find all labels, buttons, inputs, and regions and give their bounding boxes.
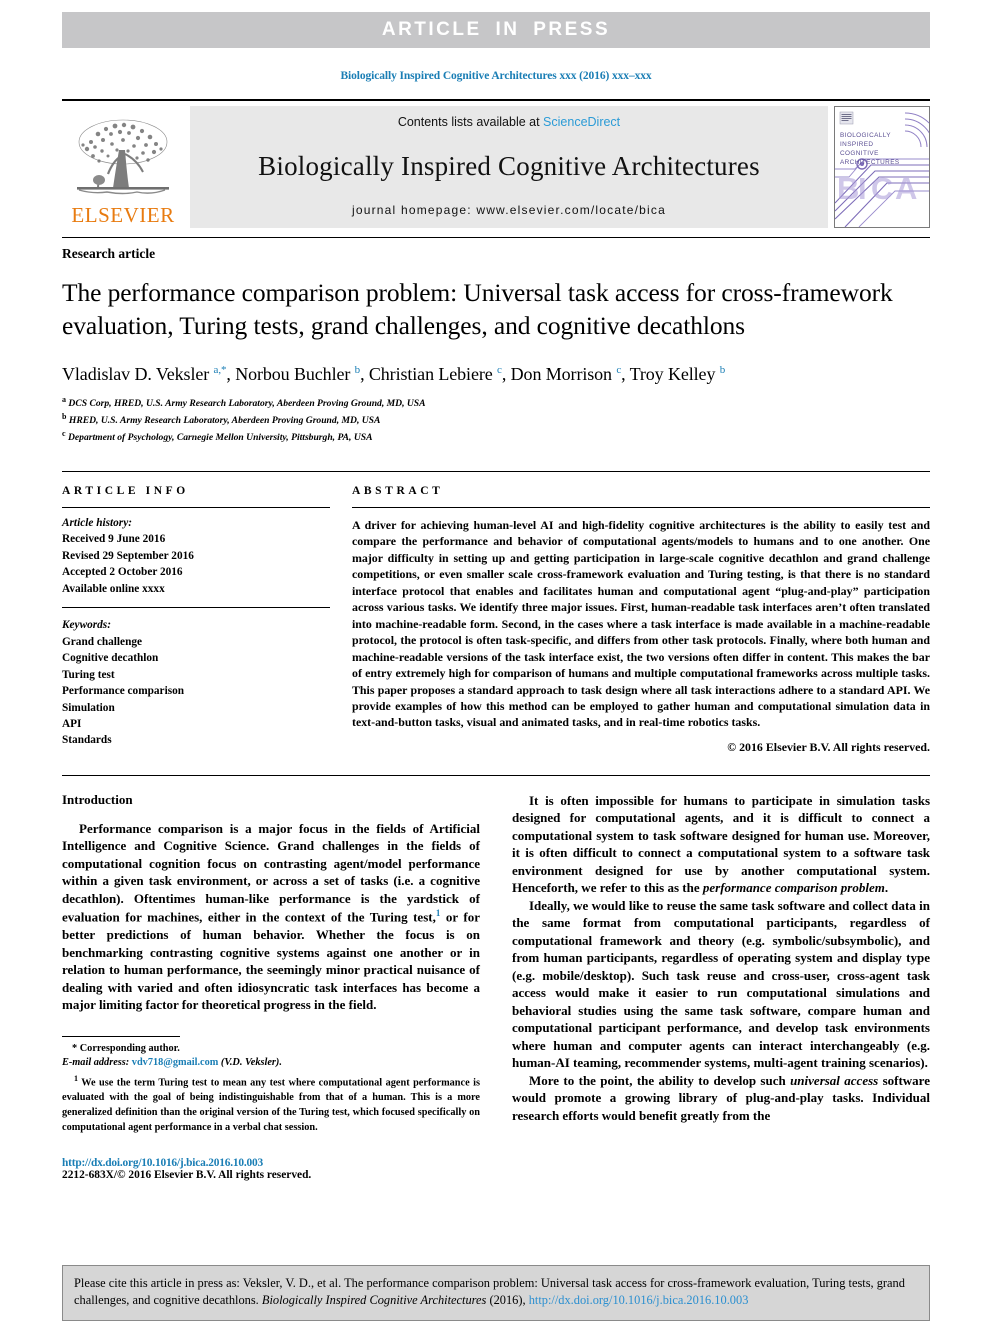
- cover-line-2: COGNITIVE: [840, 150, 879, 157]
- footnote-rule: [62, 1035, 180, 1037]
- elsevier-wordmark: ELSEVIER: [71, 203, 175, 227]
- info-abstract-region: ARTICLE INFO Article history: Received 9…: [62, 470, 930, 755]
- article-in-press-label: ARTICLE IN PRESS: [381, 19, 611, 40]
- email-note: E-mail address: vdv718@gmail.com (V.D. V…: [62, 1056, 480, 1071]
- article-history-block: Article history: Received 9 June 2016 Re…: [62, 515, 330, 597]
- abstract-column: ABSTRACT A driver for achieving human-le…: [352, 485, 930, 755]
- keyword-item: Standards: [62, 734, 112, 747]
- publication-footer: http://dx.doi.org/10.1016/j.bica.2016.10…: [62, 1157, 480, 1181]
- article-history-title: Article history:: [62, 516, 132, 529]
- contents-list-line: Contents lists available at ScienceDirec…: [398, 115, 620, 129]
- keyword-item: Cognitive decathlon: [62, 652, 159, 665]
- affiliation-item: a DCS Corp, HRED, U.S. Army Research Lab…: [62, 395, 426, 410]
- keywords-rule: [62, 607, 330, 609]
- article-title: The performance comparison problem: Univ…: [62, 278, 893, 341]
- running-head-citation: Biologically Inspired Cognitive Architec…: [340, 70, 652, 82]
- article-in-press-banner: ARTICLE IN PRESS: [62, 12, 930, 48]
- affiliation-item: c Department of Psychology, Carnegie Mel…: [62, 428, 373, 444]
- cover-line-1: INSPIRED: [840, 141, 873, 148]
- header-divider: [62, 237, 930, 238]
- left-column: Introduction Performance comparison is a…: [62, 792, 480, 1181]
- intro-paragraph-right-3: More to the point, the ability to develo…: [512, 1072, 930, 1123]
- article-info-column: ARTICLE INFO Article history: Received 9…: [62, 485, 330, 755]
- footnote-1: 1 We use the term Turing test to mean an…: [62, 1074, 480, 1133]
- asterisk-icon: *: [72, 1042, 78, 1054]
- citation-journal-title: Biologically Inspired Cognitive Architec…: [261, 1293, 487, 1308]
- abstract-heading: ABSTRACT: [352, 484, 444, 497]
- svg-text:B: B: [837, 171, 859, 206]
- doi-link[interactable]: http://dx.doi.org/10.1016/j.bica.2016.10…: [62, 1157, 480, 1169]
- email-label: E-mail address:: [62, 1057, 130, 1069]
- history-item: Accepted 2 October 2016: [62, 566, 183, 579]
- footnote-ref-1[interactable]: 1: [436, 908, 441, 918]
- bica-cover-art: B I C A BIOLOGICALLY INSPIRED COGNITIVE …: [835, 107, 929, 227]
- abstract-rule: [352, 506, 930, 508]
- elsevier-logo: ELSEVIER: [62, 106, 184, 228]
- keywords-title: Keywords:: [62, 619, 111, 632]
- email-address-link[interactable]: vdv718@gmail.com: [132, 1057, 219, 1068]
- article-page: ARTICLE IN PRESS Biologically Inspired C…: [0, 12, 992, 1335]
- contents-prefix: Contents lists available at: [397, 115, 544, 129]
- footnote-number: 1: [74, 1074, 78, 1084]
- author-list: Vladislav D. Veksler a,*, Norbou Buchler…: [62, 364, 726, 385]
- elsevier-tree-icon: [77, 119, 169, 195]
- affiliation-list: a DCS Corp, HRED, U.S. Army Research Lab…: [62, 394, 930, 444]
- svg-text:I: I: [858, 171, 867, 206]
- emphasis-performance-comparison-problem: performance comparison problem: [702, 880, 885, 896]
- affiliation-item: b HRED, U.S. Army Research Laboratory, A…: [62, 412, 381, 427]
- introduction-heading: Introduction: [62, 791, 133, 807]
- journal-homepage-line[interactable]: journal homepage: www.elsevier.com/locat…: [352, 203, 666, 217]
- article-info-heading: ARTICLE INFO: [62, 484, 189, 497]
- keyword-item: API: [62, 718, 82, 730]
- keyword-item: Performance comparison: [62, 685, 185, 698]
- keyword-item: Turing test: [62, 668, 115, 681]
- citation-doi-link[interactable]: http://dx.doi.org/10.1016/j.bica.2016.10…: [529, 1293, 749, 1307]
- intro-paragraph-left: Performance comparison is a major focus …: [62, 820, 480, 1013]
- article-type-label: Research article: [62, 246, 156, 261]
- journal-header: ELSEVIER Contents lists available at Sci…: [62, 99, 930, 228]
- history-item: Received 9 June 2016: [62, 533, 166, 546]
- abstract-copyright: © 2016 Elsevier B.V. All rights reserved…: [727, 739, 930, 754]
- history-item: Available online xxxx: [62, 582, 165, 595]
- keywords-block: Keywords: Grand challenge Cognitive deca…: [62, 617, 330, 749]
- keyword-item: Grand challenge: [62, 635, 143, 648]
- sciencedirect-link[interactable]: ScienceDirect: [543, 115, 620, 129]
- article-info-rule: [62, 506, 330, 508]
- cover-line-3: ARCHITECTURES: [840, 159, 900, 166]
- cover-line-0: BIOLOGICALLY: [840, 132, 891, 139]
- issn-copyright-line: 2212-683X/© 2016 Elsevier B.V. All right…: [62, 1169, 312, 1182]
- corresponding-author-note: * Corresponding author.: [62, 1042, 480, 1057]
- footnote-area: * Corresponding author. E-mail address: …: [62, 1030, 480, 1181]
- svg-text:A: A: [895, 171, 917, 206]
- svg-text:C: C: [871, 171, 893, 206]
- corresponding-author-text: Corresponding author.: [79, 1042, 180, 1054]
- citation-notice-box: Please cite this article in press as: Ve…: [62, 1264, 930, 1321]
- journal-title: Biologically Inspired Cognitive Architec…: [258, 150, 760, 181]
- abstract-text: A driver for achieving human-level AI an…: [352, 517, 930, 730]
- intro-paragraph-right-1: It is often impossible for humans to par…: [512, 792, 930, 896]
- journal-header-center: Contents lists available at ScienceDirec…: [190, 106, 828, 228]
- body-columns: Introduction Performance comparison is a…: [62, 774, 930, 1181]
- emphasis-universal-access: universal access: [790, 1072, 879, 1088]
- email-suffix: (V.D. Veksler).: [220, 1057, 282, 1069]
- right-column: It is often impossible for humans to par…: [512, 792, 930, 1181]
- keyword-item: Simulation: [62, 701, 115, 714]
- history-item: Revised 29 September 2016: [62, 549, 194, 562]
- journal-cover-thumbnail: B I C A BIOLOGICALLY INSPIRED COGNITIVE …: [834, 106, 930, 228]
- intro-paragraph-right-2: Ideally, we would like to reuse the same…: [512, 897, 930, 1071]
